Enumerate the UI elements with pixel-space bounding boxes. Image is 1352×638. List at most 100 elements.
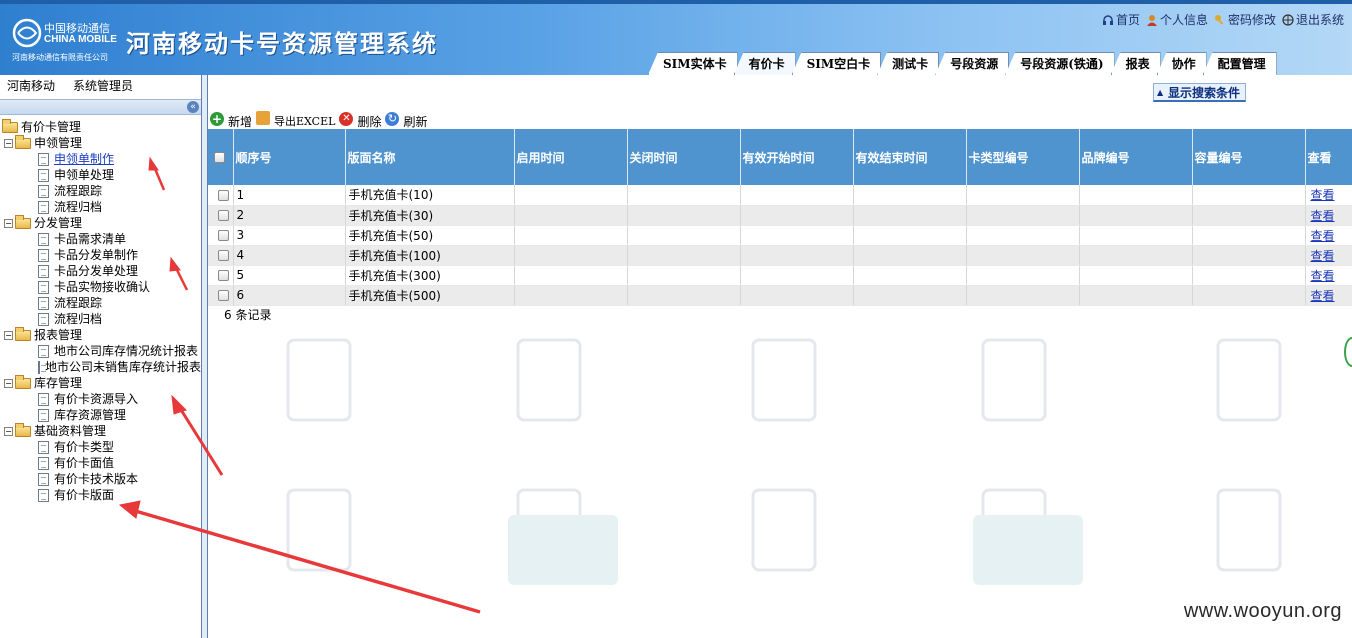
tab-value-card[interactable]: 有价卡	[733, 52, 796, 75]
tab-sim-card[interactable]: SIM实体卡	[648, 52, 738, 75]
headset-icon	[1102, 14, 1113, 25]
table-row[interactable]: 1 手机充值卡(10) 查看	[208, 185, 1352, 206]
table-row[interactable]: 5 手机充值卡(300) 查看	[208, 265, 1352, 286]
collapse-toggle-icon[interactable]: −	[4, 426, 13, 436]
tree-group-label: 申领管理	[34, 136, 83, 150]
empty-cell	[966, 185, 1080, 206]
tree-item[interactable]: 卡品实物接收确认	[0, 279, 201, 295]
collapse-toggle-icon[interactable]: −	[4, 218, 13, 228]
row-checkbox[interactable]	[218, 250, 229, 261]
view-link[interactable]: 查看	[1305, 265, 1352, 286]
tree-item[interactable]: 申领单处理	[0, 167, 201, 183]
tree-group-label: 分发管理	[34, 216, 83, 230]
tree-item[interactable]: 卡品分发单处理	[0, 263, 201, 279]
column-header[interactable]: 品牌编号	[1079, 129, 1193, 185]
row-checkbox[interactable]	[218, 230, 229, 241]
document-icon	[38, 280, 49, 294]
tab-number-segment[interactable]: 号段资源	[935, 52, 1010, 75]
tree-item[interactable]: 流程归档	[0, 311, 201, 327]
tree-item[interactable]: 有价卡技术版本	[0, 471, 201, 487]
seq-cell: 3	[233, 225, 346, 246]
tree-group[interactable]: − 申领管理	[0, 134, 201, 151]
tab-sim-blank-card[interactable]: SIM空白卡	[791, 52, 882, 75]
table-row[interactable]: 2 手机充值卡(30) 查看	[208, 205, 1352, 226]
tree-item[interactable]: 卡品分发单制作	[0, 247, 201, 263]
view-link[interactable]: 查看	[1305, 285, 1352, 306]
table-row[interactable]: 4 手机充值卡(100) 查看	[208, 245, 1352, 266]
header-top-strip	[0, 0, 1352, 4]
table-row[interactable]: 3 手机充值卡(50) 查看	[208, 225, 1352, 246]
tree-group[interactable]: − 库存管理	[0, 374, 201, 391]
tab-collaboration[interactable]: 协作	[1156, 52, 1207, 75]
tree-item[interactable]: 地市公司库存情况统计报表	[0, 343, 201, 359]
select-all-checkbox[interactable]	[214, 152, 225, 163]
empty-cell	[1192, 225, 1306, 246]
row-checkbox[interactable]	[218, 210, 229, 221]
tree-item[interactable]: 有价卡类型	[0, 439, 201, 455]
export-excel-button[interactable]: 导出EXCEL	[256, 107, 335, 129]
seq-cell: 4	[233, 245, 346, 266]
change-password-link[interactable]: 密码修改	[1214, 11, 1276, 28]
tree-root[interactable]: 有价卡管理	[0, 118, 201, 135]
tree-item-label: 有价卡版面	[54, 488, 115, 502]
toolbar: + 新增 导出EXCEL ✕ 删除 ↻ 刷新	[210, 107, 431, 130]
empty-cell	[966, 245, 1080, 266]
add-button[interactable]: + 新增	[210, 107, 252, 130]
empty-cell	[514, 205, 628, 226]
column-header[interactable]: 有效结束时间	[853, 129, 967, 185]
collapse-icon[interactable]: «	[187, 101, 199, 113]
tree-item[interactable]: 流程跟踪	[0, 183, 201, 199]
tree-item[interactable]: 有价卡面值	[0, 455, 201, 471]
column-header[interactable]: 卡类型编号	[966, 129, 1080, 185]
tree-item[interactable]: 有价卡资源导入	[0, 391, 201, 407]
collapse-toggle-icon[interactable]: −	[4, 378, 13, 388]
tab-number-segment-tietong[interactable]: 号段资源(铁通)	[1005, 52, 1115, 75]
empty-cell	[1079, 225, 1193, 246]
tree-item[interactable]: 申领单制作	[0, 151, 201, 167]
column-header[interactable]: 有效开始时间	[740, 129, 854, 185]
seq-cell: 1	[233, 185, 346, 206]
tree-item[interactable]: 卡品需求清单	[0, 231, 201, 247]
collapse-toggle-icon[interactable]: −	[4, 138, 13, 148]
empty-cell	[853, 205, 967, 226]
layout-name-cell: 手机充值卡(100)	[345, 245, 515, 266]
tab-test-card[interactable]: 测试卡	[877, 52, 940, 75]
empty-cell	[853, 285, 967, 306]
tree-item[interactable]: 有价卡版面	[0, 487, 201, 503]
home-link[interactable]: 首页	[1102, 11, 1140, 28]
row-checkbox[interactable]	[218, 270, 229, 281]
view-link[interactable]: 查看	[1305, 245, 1352, 266]
tab-config[interactable]: 配置管理	[1202, 52, 1277, 75]
tree-item-label: 流程归档	[54, 200, 103, 214]
row-checkbox[interactable]	[218, 189, 229, 201]
view-link[interactable]: 查看	[1305, 225, 1352, 246]
tree-item[interactable]: 地市公司未销售库存统计报表	[0, 359, 201, 375]
empty-cell	[627, 205, 741, 226]
tree-item[interactable]: 库存资源管理	[0, 407, 201, 423]
refresh-button[interactable]: ↻ 刷新	[385, 107, 427, 130]
delete-button[interactable]: ✕ 删除	[339, 107, 381, 130]
tree-item[interactable]: 流程归档	[0, 199, 201, 215]
document-icon	[38, 296, 49, 310]
row-checkbox[interactable]	[218, 290, 229, 301]
column-header[interactable]: 关闭时间	[627, 129, 741, 185]
background-card-shape	[516, 338, 582, 422]
tab-reports[interactable]: 报表	[1110, 52, 1161, 75]
column-header[interactable]: 容量编号	[1192, 129, 1306, 185]
view-link[interactable]: 查看	[1305, 185, 1352, 206]
column-header[interactable]: 顺序号	[233, 129, 346, 185]
profile-link[interactable]: 个人信息	[1146, 11, 1208, 28]
tree-item[interactable]: 流程跟踪	[0, 295, 201, 311]
column-header[interactable]: 启用时间	[514, 129, 628, 185]
tree-group[interactable]: − 基础资料管理	[0, 422, 201, 439]
tree-group-label: 基础资料管理	[34, 424, 107, 438]
view-link[interactable]: 查看	[1305, 205, 1352, 226]
sidebar-collapse-bar: «	[0, 99, 201, 115]
tree-group[interactable]: − 报表管理	[0, 326, 201, 343]
tree-group[interactable]: − 分发管理	[0, 214, 201, 231]
table-row[interactable]: 6 手机充值卡(500) 查看	[208, 285, 1352, 306]
logout-link[interactable]: 退出系统	[1282, 11, 1344, 28]
column-header[interactable]: 版面名称	[345, 129, 515, 185]
collapse-toggle-icon[interactable]: −	[4, 330, 13, 340]
show-search-conditions-button[interactable]: 显示搜索条件	[1153, 83, 1247, 102]
